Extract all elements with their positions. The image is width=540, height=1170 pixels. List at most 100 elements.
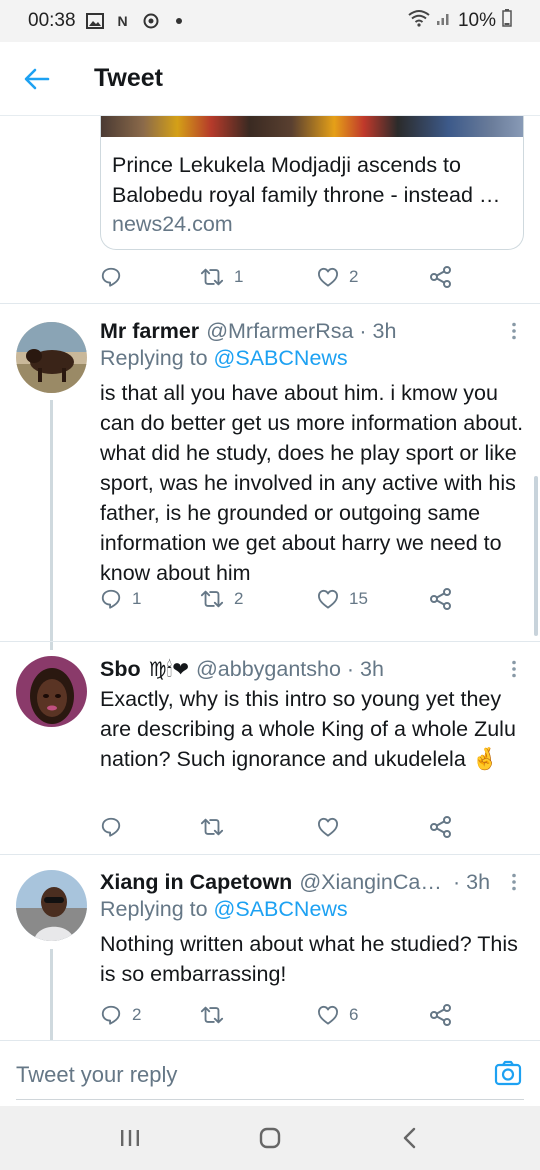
share-icon <box>430 266 451 288</box>
home-icon <box>259 1127 281 1149</box>
avatar[interactable] <box>16 870 87 941</box>
replying-to-prefix: Replying to <box>100 897 214 921</box>
tweet-text: Nothing written about what he studied? T… <box>100 932 518 986</box>
like-count: 15 <box>349 589 368 608</box>
name-emoji: ♍🕯❤ <box>148 658 189 681</box>
thread-line <box>50 949 53 1040</box>
share-icon <box>430 816 451 838</box>
retweet-button[interactable] <box>200 812 317 842</box>
reply-tweet[interactable]: Mr farmer @MrfarmerRsa · 3h Replying to … <box>0 304 540 650</box>
reply-tweet[interactable]: Xiang in Capetown @XianginCa… · 3h Reply… <box>0 855 540 1040</box>
like-count: 2 <box>349 267 359 286</box>
share-button[interactable] <box>429 1000 453 1030</box>
link-card[interactable]: Prince Lekukela Modjadji ascends to Balo… <box>100 116 524 250</box>
mention-link[interactable]: @SABCNews <box>214 897 348 921</box>
reply-input[interactable] <box>16 1057 456 1093</box>
tweet-time: · 3h <box>453 869 491 894</box>
like-button[interactable] <box>317 812 429 842</box>
share-button[interactable] <box>429 262 453 292</box>
status-bar: 00:38 N 10% <box>0 0 540 42</box>
heart-icon <box>317 817 338 837</box>
camera-button[interactable] <box>492 1057 524 1089</box>
composer-underline <box>16 1099 524 1100</box>
battery-icon <box>502 9 512 33</box>
mention-link[interactable]: @SABCNews <box>214 346 348 370</box>
replying-to: Replying to @SABCNews <box>100 897 348 922</box>
more-vertical-icon <box>512 322 516 340</box>
retweet-icon <box>200 818 224 836</box>
tweet-actions: 1 2 <box>100 262 524 292</box>
reply-button[interactable]: 2 <box>100 1000 200 1030</box>
author-name[interactable]: Mr farmer <box>100 319 199 344</box>
thread-line <box>50 400 53 650</box>
share-button[interactable] <box>429 584 453 614</box>
reply-icon <box>101 1005 121 1025</box>
page-title: Tweet <box>94 64 163 92</box>
author-handle[interactable]: @MrfarmerRsa · 3h <box>206 319 396 344</box>
retweet-icon <box>200 1006 224 1024</box>
tweet-actions <box>100 812 524 842</box>
gallery-icon <box>85 13 104 29</box>
reply-icon <box>101 267 121 287</box>
reply-button[interactable] <box>100 812 200 842</box>
tweet-thread[interactable]: Prince Lekukela Modjadji ascends to Balo… <box>0 116 540 1040</box>
system-back-button[interactable] <box>380 1108 440 1168</box>
author-name[interactable]: Sbo <box>100 657 141 682</box>
recent-apps-icon <box>121 1130 139 1146</box>
tweet-actions: 1 2 15 <box>100 584 524 614</box>
reply-composer <box>0 1040 540 1106</box>
replying-to: Replying to @SABCNews <box>100 346 348 371</box>
retweet-button[interactable] <box>200 1000 317 1030</box>
avatar[interactable] <box>16 322 87 393</box>
reply-icon <box>101 589 121 609</box>
retweet-button[interactable]: 1 <box>200 262 317 292</box>
heart-icon <box>317 589 338 609</box>
like-button[interactable]: 2 <box>317 262 429 292</box>
author-handle[interactable]: @XianginCa… <box>299 870 442 895</box>
reply-count: 1 <box>132 589 142 608</box>
wifi-icon <box>408 9 430 33</box>
n-icon: N <box>117 13 128 29</box>
tweet-header: Mr farmer @MrfarmerRsa · 3h <box>100 316 520 346</box>
tweet-actions: 2 6 <box>100 1000 524 1030</box>
author-name[interactable]: Xiang in Capetown <box>100 870 292 895</box>
heart-icon <box>317 267 338 287</box>
app-bar: Tweet <box>0 42 540 116</box>
tweet-text: Exactly, why is this intro so young yet … <box>100 687 516 771</box>
heart-icon <box>317 1005 338 1025</box>
reply-count: 2 <box>132 1005 142 1024</box>
link-card-image <box>101 116 523 137</box>
arrow-left-icon <box>24 68 50 89</box>
home-button[interactable] <box>240 1108 300 1168</box>
reply-button[interactable] <box>100 262 200 292</box>
link-card-domain: news24.com <box>112 212 233 236</box>
retweet-count: 1 <box>234 267 244 286</box>
reply-button[interactable]: 1 <box>100 584 200 614</box>
more-vertical-icon <box>512 660 516 678</box>
link-card-title: Prince Lekukela Modjadji ascends to Balo… <box>112 153 501 207</box>
more-options-button[interactable] <box>502 654 526 684</box>
retweet-button[interactable]: 2 <box>200 584 317 614</box>
camera-icon <box>494 1060 522 1086</box>
more-options-button[interactable] <box>502 316 526 346</box>
avatar[interactable] <box>16 656 87 727</box>
retweet-icon <box>200 590 224 608</box>
back-button[interactable] <box>0 42 74 116</box>
retweet-count: 2 <box>234 589 244 608</box>
recent-apps-button[interactable] <box>100 1108 160 1168</box>
author-handle[interactable]: @abbygantsho · 3h <box>196 657 384 682</box>
dot-icon <box>170 13 188 29</box>
like-button[interactable]: 15 <box>317 584 429 614</box>
share-icon <box>430 1004 451 1026</box>
shield-icon <box>142 13 160 29</box>
like-button[interactable]: 6 <box>317 1000 429 1030</box>
more-options-button[interactable] <box>502 867 526 897</box>
back-icon <box>403 1127 416 1149</box>
tweet-header: Sbo ♍🕯❤ @abbygantsho · 3h <box>100 654 520 684</box>
tweet-text: is that all you have about him. i kmow y… <box>100 381 524 585</box>
share-button[interactable] <box>429 812 453 842</box>
replying-to-prefix: Replying to <box>100 346 214 370</box>
scrollbar[interactable] <box>534 476 538 636</box>
battery-text: 10% <box>457 10 496 31</box>
system-nav-bar <box>0 1106 540 1170</box>
